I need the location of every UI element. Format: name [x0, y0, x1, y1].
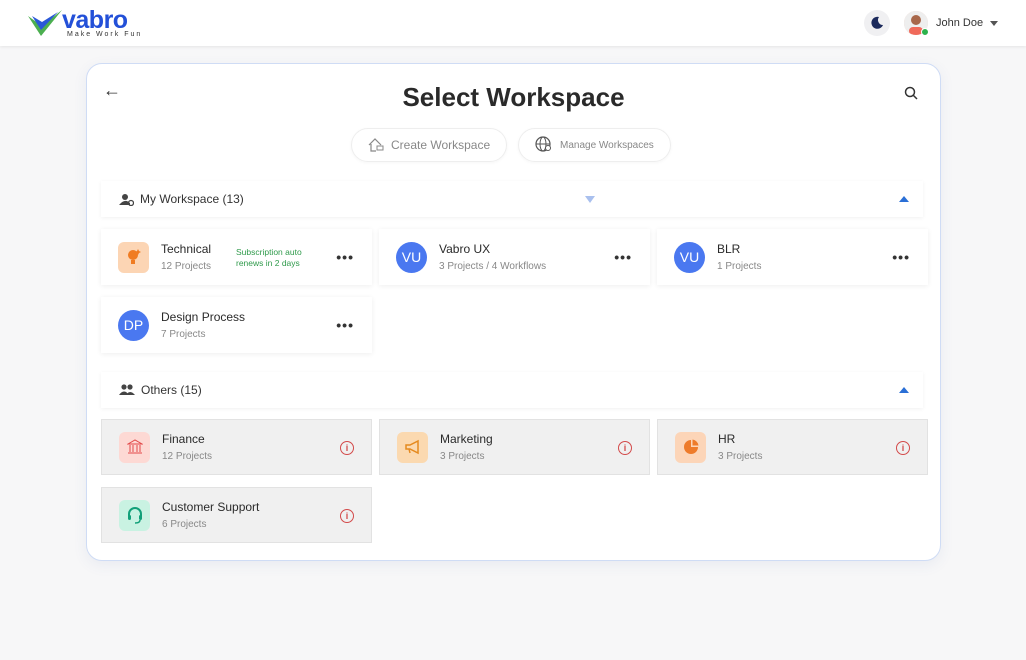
users-icon	[119, 384, 135, 396]
workspace-card-finance[interactable]: Finance 12 Projects i	[101, 419, 372, 475]
workspace-name: BLR	[717, 242, 761, 256]
workspace-avatar: VU	[396, 242, 427, 273]
top-header: vabro Make Work Fun John Doe	[0, 0, 1026, 46]
vabro-logo[interactable]: vabro Make Work Fun	[28, 8, 128, 38]
headset-icon	[119, 500, 150, 531]
workspace-card-marketing[interactable]: Marketing 3 Projects i	[379, 419, 650, 475]
workspace-card-design-process[interactable]: DP Design Process 7 Projects •••	[101, 297, 372, 353]
workspace-name: Technical	[161, 242, 211, 256]
workspace-card-hr[interactable]: HR 3 Projects i	[657, 419, 928, 475]
my-workspace-label: My Workspace (13)	[140, 192, 244, 206]
home-add-icon	[368, 138, 384, 152]
pie-chart-icon	[675, 432, 706, 463]
create-workspace-label: Create Workspace	[391, 138, 490, 152]
create-workspace-button[interactable]: Create Workspace	[351, 128, 507, 162]
others-label: Others (15)	[141, 383, 202, 397]
more-options-icon[interactable]: •••	[336, 249, 354, 265]
logo-check-icon	[28, 8, 62, 38]
page-title: Select Workspace	[87, 82, 940, 113]
workspace-projects: 12 Projects	[162, 451, 212, 462]
user-gear-icon	[119, 193, 134, 206]
info-icon[interactable]: i	[340, 441, 354, 455]
workspace-card-technical[interactable]: Technical 12 Projects Subscription auto r…	[101, 229, 372, 285]
workspace-card-vabro-ux[interactable]: VU Vabro UX 3 Projects / 4 Workflows •••	[379, 229, 650, 285]
theme-toggle-button[interactable]	[864, 10, 890, 36]
workspace-card-customer-support[interactable]: Customer Support 6 Projects i	[101, 487, 372, 543]
workspace-projects: 1 Projects	[717, 261, 761, 272]
online-status-dot	[921, 28, 929, 36]
workspace-projects: 12 Projects	[161, 261, 211, 272]
expand-indicator-icon[interactable]	[585, 196, 595, 203]
workspace-name: Customer Support	[162, 500, 259, 514]
collapse-caret-icon[interactable]	[899, 196, 909, 202]
user-menu-caret-icon[interactable]	[990, 21, 998, 26]
workspace-avatar: DP	[118, 310, 149, 341]
workspace-name: Design Process	[161, 310, 245, 324]
workspace-avatar: VU	[674, 242, 705, 273]
collapse-caret-icon[interactable]	[899, 387, 909, 393]
workspace-name: HR	[718, 432, 762, 446]
search-icon[interactable]	[904, 86, 918, 100]
workspace-projects: 3 Projects	[440, 451, 493, 462]
brand-tagline: Make Work Fun	[67, 31, 142, 38]
more-options-icon[interactable]: •••	[336, 317, 354, 333]
workspace-projects: 3 Projects / 4 Workflows	[439, 261, 546, 272]
info-icon[interactable]: i	[896, 441, 910, 455]
my-workspace-section-header[interactable]: My Workspace (13)	[101, 181, 923, 217]
manage-workspaces-button[interactable]: Manage Workspaces	[518, 128, 671, 162]
workspace-name: Vabro UX	[439, 242, 546, 256]
globe-user-icon	[535, 136, 553, 154]
megaphone-icon	[397, 432, 428, 463]
workspace-projects: 3 Projects	[718, 451, 762, 462]
bulb-icon	[118, 242, 149, 273]
more-options-icon[interactable]: •••	[614, 249, 632, 265]
workspace-projects: 6 Projects	[162, 519, 259, 530]
user-name[interactable]: John Doe	[936, 17, 983, 29]
manage-workspaces-label: Manage Workspaces	[560, 140, 654, 151]
brand-name: vabro	[62, 8, 128, 32]
workspace-projects: 7 Projects	[161, 329, 245, 340]
workspace-name: Marketing	[440, 432, 493, 446]
bank-icon	[119, 432, 150, 463]
workspace-card-blr[interactable]: VU BLR 1 Projects •••	[657, 229, 928, 285]
info-icon[interactable]: i	[618, 441, 632, 455]
select-workspace-panel: ← Select Workspace Create Workspace Mana…	[86, 63, 941, 561]
subscription-note: Subscription auto renews in 2 days	[236, 247, 318, 269]
workspace-name: Finance	[162, 432, 212, 446]
info-icon[interactable]: i	[340, 509, 354, 523]
moon-icon	[870, 16, 884, 30]
others-section-header[interactable]: Others (15)	[101, 372, 923, 408]
more-options-icon[interactable]: •••	[892, 249, 910, 265]
